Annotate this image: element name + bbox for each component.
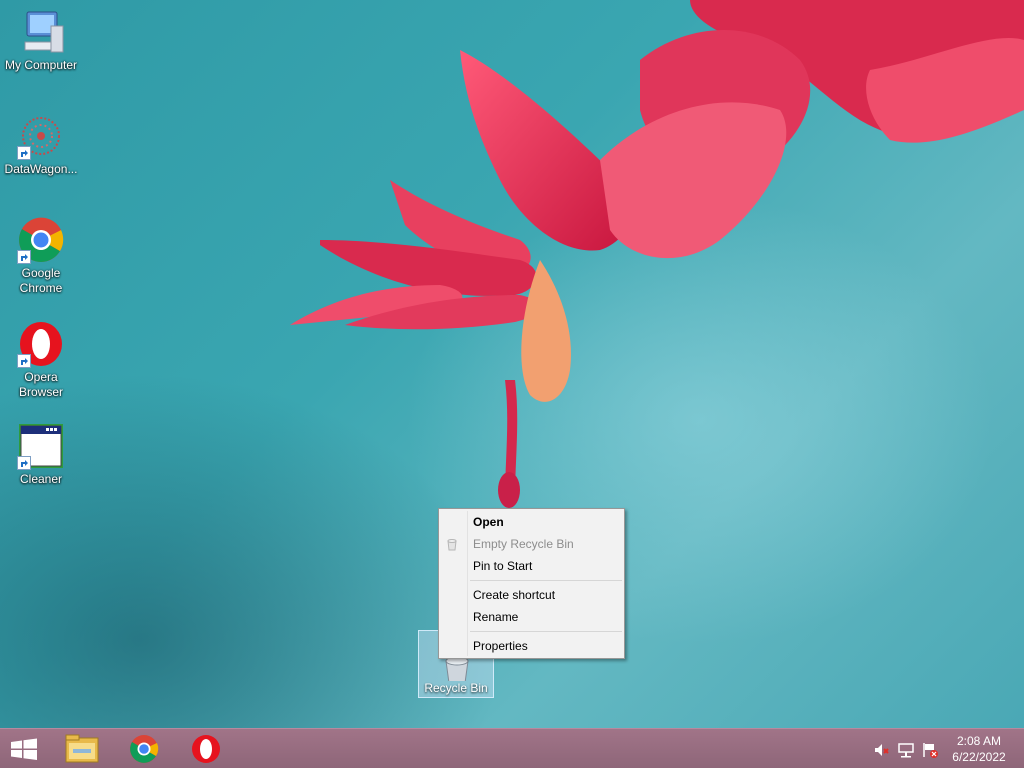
- desktop-icon-label: DataWagon...: [4, 162, 78, 176]
- recycle-bin-label: Recycle Bin: [424, 681, 488, 695]
- taskbar-file-explorer-button[interactable]: [54, 729, 110, 769]
- datawagon-icon: [17, 112, 65, 160]
- taskbar-chrome-button[interactable]: [116, 729, 172, 769]
- desktop[interactable]: My Computer DataWagon... Google Chrome O…: [0, 0, 1024, 728]
- menu-item-rename[interactable]: Rename: [441, 606, 622, 628]
- file-explorer-icon: [65, 734, 99, 763]
- shortcut-arrow-icon: [17, 354, 31, 368]
- desktop-icon-label: Opera Browser: [18, 370, 63, 399]
- desktop-icon-label: Cleaner: [19, 472, 63, 486]
- recycle-bin-small-icon: [445, 537, 459, 554]
- menu-item-open[interactable]: Open: [441, 511, 622, 533]
- computer-icon: [17, 8, 65, 56]
- shortcut-arrow-icon: [17, 250, 31, 264]
- taskbar-clock[interactable]: 2:08 AM 6/22/2022: [944, 733, 1014, 765]
- context-menu: Open Empty Recycle Bin Pin to Start Crea…: [438, 508, 625, 659]
- taskbar: 2:08 AM 6/22/2022: [0, 728, 1024, 768]
- speaker-muted-icon[interactable]: [873, 741, 891, 759]
- desktop-icon-cleaner[interactable]: Cleaner: [2, 422, 80, 487]
- network-icon[interactable]: [897, 741, 915, 759]
- start-button[interactable]: [0, 729, 56, 769]
- desktop-icon-label: My Computer: [4, 58, 78, 72]
- shortcut-arrow-icon: [17, 456, 31, 470]
- shortcut-arrow-icon: [17, 146, 31, 160]
- chrome-icon: [130, 735, 159, 763]
- desktop-icon-opera-browser[interactable]: Opera Browser: [2, 320, 80, 400]
- cleaner-icon: [17, 422, 65, 470]
- clock-date: 6/22/2022: [952, 750, 1006, 764]
- desktop-icon-google-chrome[interactable]: Google Chrome: [2, 216, 80, 296]
- menu-item-create-shortcut[interactable]: Create shortcut: [441, 584, 622, 606]
- menu-separator: [470, 580, 622, 581]
- desktop-icon-my-computer[interactable]: My Computer: [2, 8, 80, 73]
- chrome-icon: [17, 216, 65, 264]
- menu-item-pin-to-start[interactable]: Pin to Start: [441, 555, 622, 577]
- opera-icon: [17, 320, 65, 368]
- clock-time: 2:08 AM: [956, 734, 1002, 748]
- menu-item-empty-recycle-bin[interactable]: Empty Recycle Bin: [441, 533, 622, 555]
- start-windows-icon: [11, 738, 37, 760]
- menu-separator: [470, 631, 622, 632]
- action-center-flag-icon[interactable]: [921, 741, 939, 759]
- taskbar-opera-button[interactable]: [178, 729, 234, 769]
- desktop-icon-datawagon[interactable]: DataWagon...: [2, 112, 80, 177]
- menu-item-properties[interactable]: Properties: [441, 635, 622, 657]
- desktop-icon-label: Google Chrome: [19, 266, 63, 295]
- opera-icon: [192, 735, 220, 763]
